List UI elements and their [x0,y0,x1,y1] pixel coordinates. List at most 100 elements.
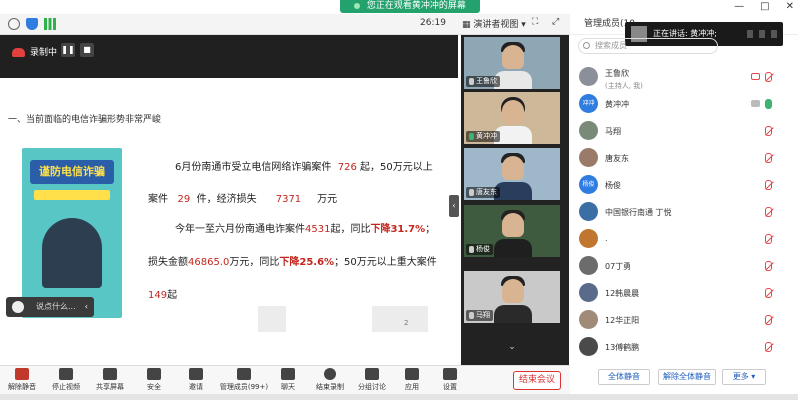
security-button[interactable]: 安全 [134,368,174,392]
member-row[interactable]: . [575,226,780,253]
video-tile[interactable]: 马翔 [464,271,560,323]
mic-muted-icon[interactable] [765,207,772,217]
member-row[interactable]: 12韩晨晨 [575,280,780,307]
member-name: 13傅鹤鹏 [605,343,640,352]
recording-bar: 录制中 ❚❚ ■ [0,35,458,78]
toolbar-label: 共享屏幕 [96,383,124,391]
member-name: 唐友东 [605,154,629,163]
chat-input-placeholder: 说点什么... [36,302,76,311]
settings-button[interactable]: 设置 [430,368,470,392]
member-avatar [579,148,598,167]
collapse-video-panel-button[interactable]: ‹ [449,195,459,217]
member-name: 12华正阳 [605,316,640,325]
end-meeting-button[interactable]: 结束会议 [513,371,561,390]
window-controls: — □ ✕ [734,0,794,14]
emoji-icon[interactable] [12,301,24,313]
mic-muted-icon[interactable] [765,261,772,271]
mic-muted-icon[interactable] [765,72,772,82]
cloud-record-icon [12,48,25,57]
mic-muted-icon[interactable] [765,234,772,244]
share-banner[interactable]: 您正在观看黄冲冲的屏幕 [340,0,480,13]
video-tile-name: 王鲁欣 [476,77,497,85]
fullscreen-icon[interactable]: ⛶ [532,17,538,27]
video-tile[interactable]: 杨俊 [464,205,560,257]
toolbar-label: 停止视频 [52,383,80,391]
stop-recording-button[interactable]: 结束录制 [310,368,350,392]
member-row[interactable]: 12华正阳 [575,307,780,334]
member-role: (主持人, 我) [605,82,643,90]
member-row[interactable]: 冲冲 黄冲冲 [575,91,780,118]
manage-members-button[interactable]: 管理成员(99+) [218,368,270,392]
invite-button[interactable]: 邀请 [176,368,216,392]
view-mode-button[interactable]: ▦ 演讲者视图 ▾ [462,17,526,30]
chat-quick-input[interactable]: 说点什么... ‹ [6,297,94,317]
slide-text: 起，同比 [330,224,371,235]
video-tile[interactable]: 黄冲冲 [464,92,560,144]
expand-icon[interactable]: ⤢ [552,17,559,27]
share-screen-button[interactable]: 共享屏幕 [90,368,130,392]
member-avatar [579,337,598,356]
info-icon[interactable] [8,18,20,30]
stop-recording-button[interactable]: ■ [80,43,94,57]
slide-thumbnail[interactable] [258,306,286,332]
video-tile[interactable]: 唐友东 [464,148,560,200]
member-row[interactable]: 13傅鹤鹏 [575,334,780,360]
member-row[interactable]: 07丁勇 [575,253,780,280]
mic-muted-icon [469,311,474,319]
slide-text: 万元，同比 [229,257,280,268]
member-row[interactable]: 王鲁欣 (主持人, 我) [575,64,780,91]
member-name: . [605,234,608,243]
member-row[interactable]: 中国银行南通 丁悦 [575,199,780,226]
video-tile[interactable]: 王鲁欣 [464,37,560,89]
chat-button[interactable]: 聊天 [268,368,308,392]
toolbar-label: 聊天 [281,383,295,391]
mic-muted-icon[interactable] [765,180,772,190]
member-name: 中国银行南通 丁悦 [605,208,672,217]
mute-all-button[interactable]: 全体静音 [598,369,650,385]
member-row[interactable]: 唐友东 [575,145,780,172]
pause-recording-button[interactable]: ❚❚ [61,43,75,57]
unmute-all-button[interactable]: 解除全体静音 [658,369,716,385]
mic-muted-icon[interactable] [765,126,772,136]
participant-face [502,279,524,303]
member-search-input[interactable]: 搜索成员 [578,38,718,54]
slide-thumbnail[interactable] [372,306,400,332]
breakout-button[interactable]: 分组讨论 [352,368,392,392]
breakout-rooms-icon [365,368,379,380]
member-name: 杨俊 [605,181,621,190]
mic-muted-icon[interactable] [765,288,772,298]
mic-muted-icon[interactable] [765,342,772,352]
poster-title-banner: 谨防电信诈骗 [30,160,114,184]
mic-on-icon[interactable] [765,99,772,109]
member-row[interactable]: 马翔 [575,118,780,145]
camera-icon[interactable] [751,73,760,80]
title-bar: 您正在观看黄冲冲的屏幕 — □ ✕ [0,0,798,14]
video-tile-name: 黄冲冲 [476,132,497,140]
slide-line-5: 149起 [148,289,177,303]
mic-muted-icon[interactable] [765,153,772,163]
minimize-button[interactable]: — [734,0,744,14]
member-avatar [579,310,598,329]
member-name: 黄冲冲 [605,100,629,109]
shield-icon[interactable] [26,18,38,30]
participant-face [502,156,524,180]
unmute-button[interactable]: 解除静音 [2,368,42,392]
chevron-down-icon[interactable]: ⌄ [501,342,523,356]
slide-text: ； [425,224,436,235]
slide-page-number: 2 [404,319,409,327]
more-button[interactable]: 更多 ▾ [722,369,766,385]
poster-figure [42,218,102,288]
member-row[interactable]: 杨俊 杨俊 [575,172,780,199]
close-button[interactable]: ✕ [786,0,794,14]
apps-button[interactable]: 应用 [392,368,432,392]
slide-text: ；50万元以上重大案件 [334,257,437,268]
stop-video-button[interactable]: 停止视频 [46,368,86,392]
mic-muted-icon[interactable] [765,315,772,325]
maximize-button[interactable]: □ [760,0,769,14]
signal-icon[interactable] [44,18,56,30]
screen-share-icon[interactable] [751,100,760,107]
member-avatar [579,229,598,248]
chevron-left-icon[interactable]: ‹ [85,297,88,317]
poster-band [34,190,110,200]
slide-highlight: 149 [148,290,168,301]
